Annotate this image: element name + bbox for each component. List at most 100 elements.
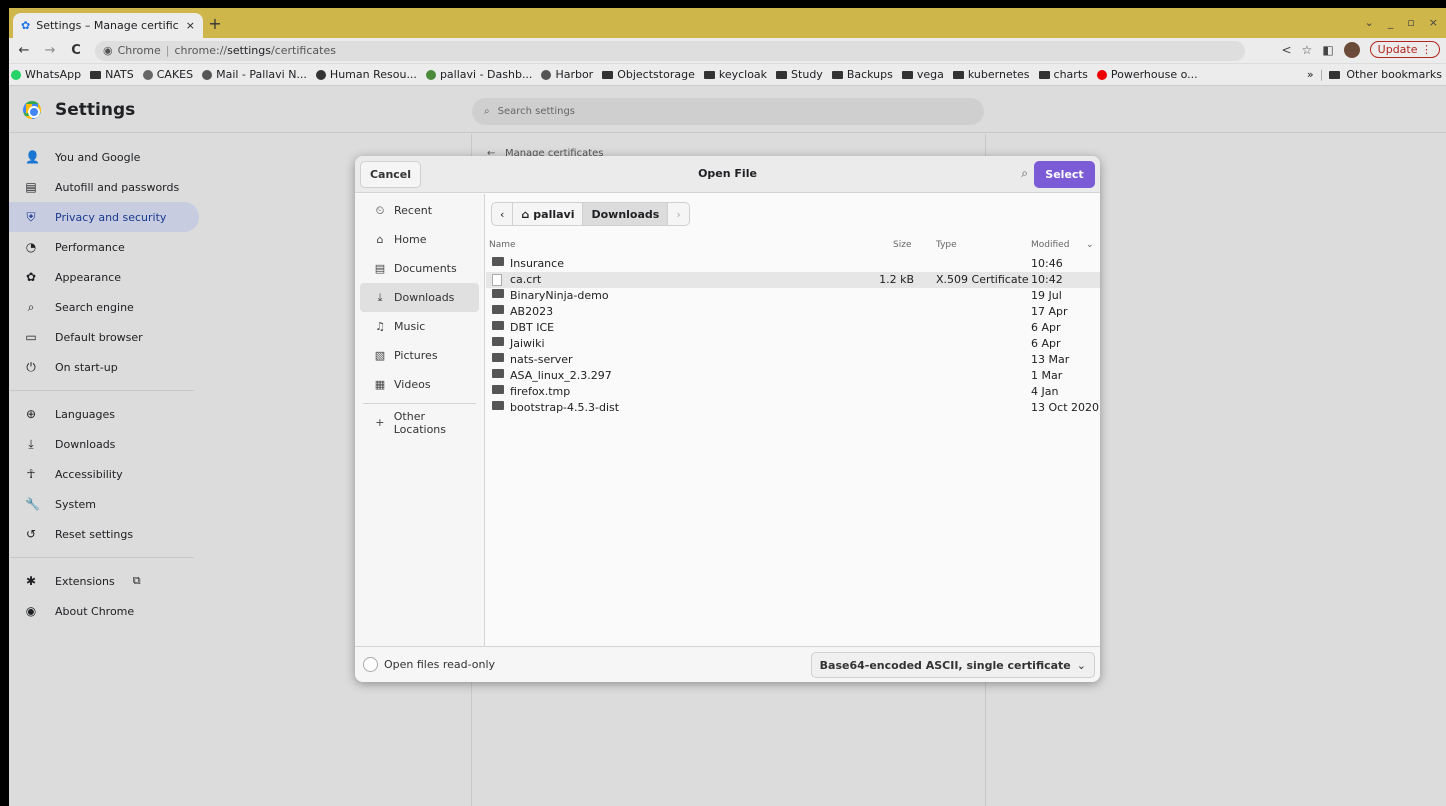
sidebar-item-icon: ⛨ xyxy=(26,209,36,224)
file-modified: 6 Apr xyxy=(1031,321,1061,334)
sidebar-item[interactable]: ◉ About Chrome xyxy=(9,596,199,626)
place-item[interactable]: ⤓ Downloads xyxy=(360,283,479,312)
star-icon[interactable]: ☆ xyxy=(1302,43,1313,57)
sidebar-item[interactable]: ✱ Extensions ⧉ xyxy=(9,566,199,596)
folder-icon xyxy=(492,401,504,410)
sidebar-item-icon: ⏻ xyxy=(26,359,36,374)
read-only-checkbox[interactable] xyxy=(363,657,378,672)
sidebar-item[interactable]: 👤 You and Google xyxy=(9,142,199,172)
place-item[interactable]: ⏲ Recent xyxy=(360,196,479,225)
new-tab-button[interactable]: + xyxy=(205,14,225,33)
sidebar-item[interactable]: ▤ Autofill and passwords xyxy=(9,172,199,202)
external-link-icon: ⧉ xyxy=(132,574,141,587)
search-icon[interactable]: ⌕ xyxy=(1021,166,1028,181)
file-row[interactable]: DBT ICE 6 Apr xyxy=(486,320,1100,336)
avatar[interactable] xyxy=(1343,41,1360,58)
file-row[interactable]: nats-server 13 Mar xyxy=(486,352,1100,368)
bookmark-item[interactable]: Backups xyxy=(831,68,893,81)
path-back-button[interactable]: ‹ xyxy=(492,203,514,225)
sort-chevron-icon[interactable]: ⌄ xyxy=(1086,240,1094,250)
sidebar-item[interactable]: ↺ Reset settings xyxy=(9,519,199,549)
bookmark-item[interactable]: charts xyxy=(1038,68,1088,81)
tab-close-icon[interactable]: × xyxy=(186,19,195,32)
bookmark-item[interactable]: Powerhouse o... xyxy=(1096,68,1198,81)
close-window-button[interactable]: × xyxy=(1429,16,1438,29)
maximize-button[interactable]: ▫ xyxy=(1407,16,1414,29)
file-row[interactable]: Jaiwiki 6 Apr xyxy=(486,336,1100,352)
bookmark-item[interactable]: WhatsApp xyxy=(11,68,81,81)
chrome-icon: ◉ xyxy=(103,44,113,57)
path-home[interactable]: ⌂ pallavi xyxy=(513,203,584,225)
omni-separator: | xyxy=(165,44,170,57)
sidebar-item[interactable]: ⊕ Languages xyxy=(9,399,199,429)
read-only-option[interactable]: Open files read-only xyxy=(363,657,495,672)
file-row[interactable]: bootstrap-4.5.3-dist 13 Oct 2020 xyxy=(486,400,1100,416)
path-forward-button[interactable]: › xyxy=(668,203,688,225)
reload-button[interactable]: C xyxy=(69,43,83,58)
bookmark-item[interactable]: Mail - Pallavi N... xyxy=(202,68,307,81)
sidebar-item-label: About Chrome xyxy=(55,604,135,618)
place-item[interactable]: ▧ Pictures xyxy=(360,341,479,370)
place-item[interactable]: ▤ Documents xyxy=(360,254,479,283)
chevron-down-icon: ⌄ xyxy=(1076,658,1086,672)
file-row[interactable]: AB2023 17 Apr xyxy=(486,304,1100,320)
place-item[interactable]: ♫ Music xyxy=(360,312,479,341)
path-current[interactable]: Downloads xyxy=(583,203,669,225)
sidebar-item[interactable]: ⏻ On start-up xyxy=(9,352,199,382)
folder-icon xyxy=(831,70,843,79)
file-row[interactable]: firefox.tmp 4 Jan xyxy=(486,384,1100,400)
other-bookmarks[interactable]: Other bookmarks xyxy=(1346,68,1442,81)
bookmark-item[interactable]: Harbor xyxy=(541,68,593,81)
place-item[interactable]: ⌂ Home xyxy=(360,225,479,254)
bookmark-item[interactable]: vega xyxy=(901,68,944,81)
bookmarks-overflow-button[interactable]: » xyxy=(1307,68,1314,81)
sidebar-item[interactable]: ▭ Default browser xyxy=(9,322,199,352)
browser-window: ✿ Settings – Manage certific × + ⌄ _ ▫ ×… xyxy=(9,8,1446,806)
bookmark-item[interactable]: Human Resou... xyxy=(315,68,417,81)
sidebar-item-label: Accessibility xyxy=(55,467,123,481)
bookmark-label: vega xyxy=(916,68,944,81)
file-row[interactable]: ASA_linux_2.3.297 1 Mar xyxy=(486,368,1100,384)
bookmark-item[interactable]: pallavi - Dashb... xyxy=(425,68,532,81)
bookmark-item[interactable]: NATS xyxy=(90,68,134,81)
select-button[interactable]: Select xyxy=(1034,161,1095,188)
file-row[interactable]: BinaryNinja-demo 19 Jul xyxy=(486,288,1100,304)
window-controls: ⌄ _ ▫ × xyxy=(1365,16,1438,29)
sidebar-item-label: Default browser xyxy=(55,330,143,344)
column-size[interactable]: Size xyxy=(893,240,911,250)
share-icon[interactable]: < xyxy=(1281,43,1291,57)
sidebar-item[interactable]: 🔧 System xyxy=(9,489,199,519)
bookmark-item[interactable]: kubernetes xyxy=(952,68,1030,81)
bookmark-item[interactable]: Study xyxy=(776,68,823,81)
update-button[interactable]: Update ⋮ xyxy=(1369,41,1440,58)
place-item[interactable]: ▦ Videos xyxy=(360,370,479,399)
tab-settings[interactable]: ✿ Settings – Manage certific × xyxy=(13,13,203,38)
sidebar-item[interactable]: ⛨ Privacy and security xyxy=(9,202,199,232)
column-name[interactable]: Name xyxy=(489,240,516,250)
sidebar-item[interactable]: ⤓ Downloads xyxy=(9,429,199,459)
forward-button[interactable]: → xyxy=(43,43,57,58)
sidepanel-icon[interactable]: ◧ xyxy=(1322,43,1333,57)
sidebar-item[interactable]: ⌕ Search engine xyxy=(9,292,199,322)
column-type[interactable]: Type xyxy=(936,240,957,250)
menu-icon: ⋮ xyxy=(1421,43,1432,56)
sidebar-item[interactable]: ◔ Performance xyxy=(9,232,199,262)
settings-header: Settings ⌕ Search settings xyxy=(9,87,1446,133)
back-button[interactable]: ← xyxy=(17,43,31,58)
tab-search-icon[interactable]: ⌄ xyxy=(1365,16,1374,29)
file-type-filter[interactable]: Base64-encoded ASCII, single certificate… xyxy=(810,652,1095,678)
file-name: Jaiwiki xyxy=(510,337,545,350)
bookmark-label: NATS xyxy=(105,68,134,81)
minimize-button[interactable]: _ xyxy=(1388,16,1394,29)
column-modified[interactable]: Modified xyxy=(1031,240,1069,250)
bookmark-item[interactable]: CAKES xyxy=(142,68,193,81)
file-row[interactable]: ca.crt 1.2 kB X.509 Certificate 10:42 xyxy=(486,272,1100,288)
search-settings-input[interactable]: ⌕ Search settings xyxy=(472,98,984,125)
file-row[interactable]: Insurance 10:46 xyxy=(486,256,1100,272)
bookmark-item[interactable]: Objectstorage xyxy=(602,68,695,81)
other-locations[interactable]: + Other Locations xyxy=(360,408,479,437)
sidebar-item[interactable]: ☥ Accessibility xyxy=(9,459,199,489)
sidebar-item[interactable]: ✿ Appearance xyxy=(9,262,199,292)
bookmark-item[interactable]: keycloak xyxy=(703,68,767,81)
address-bar[interactable]: ◉ Chrome | chrome://settings/certificate… xyxy=(95,40,1245,61)
